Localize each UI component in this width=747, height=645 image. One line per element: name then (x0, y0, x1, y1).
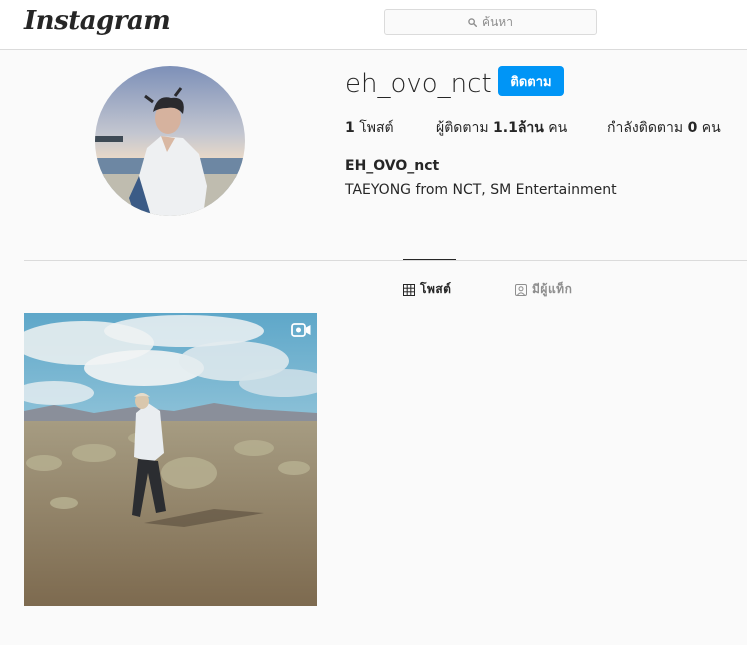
posts-count-stat: 1 โพสต์ (345, 117, 394, 139)
profile-bio: TAEYONG from NCT, SM Entertainment (345, 182, 617, 198)
video-icon (291, 322, 311, 337)
top-navigation-bar: Instagram ค้นหา (0, 0, 747, 50)
posts-label: โพสต์ (354, 120, 394, 136)
tab-tagged-label: มีผู้แท็ก (532, 282, 573, 296)
followers-suffix: คน (543, 120, 568, 136)
followers-count: 1.1ล้าน (493, 120, 544, 136)
grid-icon (403, 283, 415, 296)
tab-posts-label: โพสต์ (420, 282, 452, 296)
followers-stat[interactable]: ผู้ติดตาม 1.1ล้าน คน (436, 117, 567, 139)
post-thumbnail[interactable] (24, 313, 317, 606)
search-icon (468, 17, 478, 27)
active-tab-indicator (403, 259, 456, 260)
tabs-divider (24, 260, 747, 261)
search-input[interactable]: ค้นหา (384, 9, 597, 35)
profile-username: eh_ovo_nct (345, 69, 492, 99)
following-count: 0 (687, 120, 698, 136)
follow-button[interactable]: ติดตาม (498, 66, 564, 96)
followers-prefix: ผู้ติดตาม (436, 120, 494, 136)
posts-count: 1 (345, 120, 355, 136)
profile-avatar[interactable] (95, 66, 245, 216)
tagged-icon (515, 283, 527, 296)
tab-tagged[interactable]: มีผู้แท็ก (515, 280, 572, 299)
search-placeholder: ค้นหา (482, 14, 513, 29)
profile-full-name: EH_OVO_nct (345, 158, 440, 174)
following-stat[interactable]: กำลังติดตาม 0 คน (607, 117, 721, 139)
following-suffix: คน (697, 120, 721, 136)
following-prefix: กำลังติดตาม (607, 120, 688, 136)
instagram-logo[interactable]: Instagram (24, 6, 171, 36)
tab-posts[interactable]: โพสต์ (403, 280, 451, 299)
